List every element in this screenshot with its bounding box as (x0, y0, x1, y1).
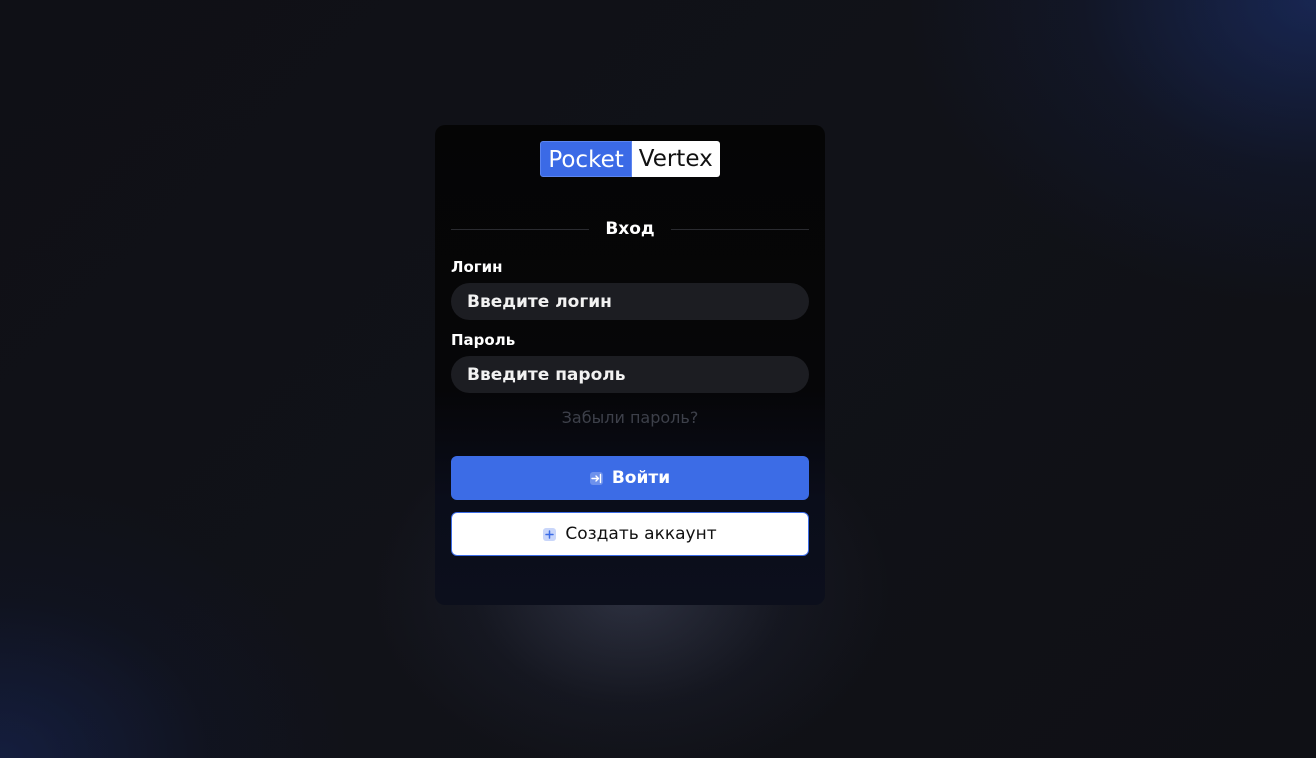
form-title-divider: Вход (451, 209, 809, 249)
form-title: Вход (605, 219, 655, 239)
login-arrow-icon (589, 471, 603, 485)
login-button[interactable]: Войти (451, 456, 809, 500)
login-input[interactable] (451, 283, 809, 320)
logo: Pocket Vertex (451, 141, 809, 177)
password-input[interactable] (451, 356, 809, 393)
divider-line-left (451, 228, 590, 230)
forgot-password-link[interactable]: Забыли пароль? (451, 407, 809, 429)
create-account-button[interactable]: Создать аккаунт (451, 512, 809, 556)
login-label: Логин (451, 258, 503, 276)
login-card: Pocket Vertex Вход Логин Пароль Забыли п… (435, 125, 825, 605)
create-account-button-label: Создать аккаунт (565, 524, 717, 544)
plus-icon (543, 527, 557, 541)
logo-vertex: Vertex (631, 141, 720, 177)
login-button-label: Войти (611, 468, 671, 488)
logo-pocket: Pocket (540, 141, 632, 177)
password-label: Пароль (451, 331, 516, 349)
divider-line-right (670, 228, 809, 230)
